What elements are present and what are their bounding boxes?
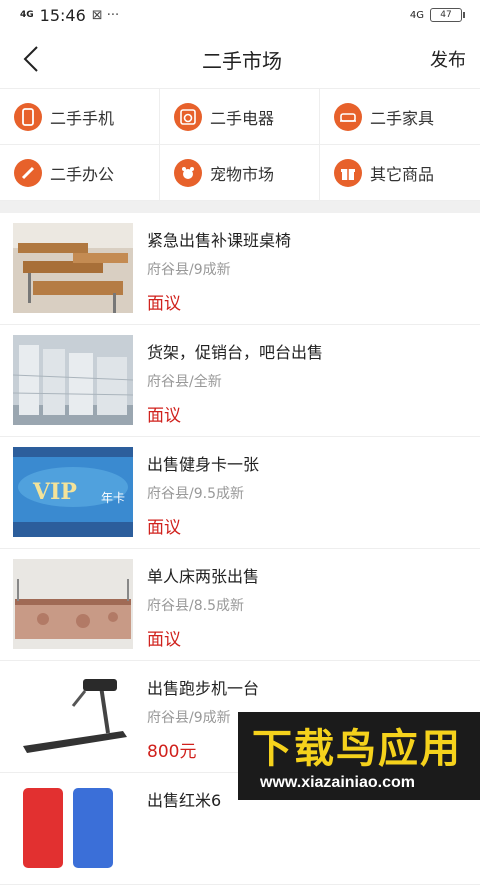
item-price: 面议 bbox=[147, 630, 181, 650]
item-image-treadmill bbox=[13, 671, 133, 761]
item-title: 紧急出售补课班桌椅 bbox=[147, 231, 292, 250]
item-meta: 府谷县/9成新 bbox=[147, 262, 231, 278]
list-item[interactable]: 货架，促销台，吧台出售 府谷县/全新 面议 bbox=[0, 325, 480, 437]
item-meta: 府谷县/9.5成新 bbox=[147, 486, 244, 502]
item-image-vip-card: VIP 年卡 bbox=[13, 447, 133, 537]
category-grid: 二手手机 二手电器 二手家具 二手办公 宠物市场 其它商品 bbox=[0, 88, 480, 201]
status-extra: ⊠ ··· bbox=[91, 7, 120, 23]
category-label: 二手办公 bbox=[50, 164, 115, 184]
category-label: 二手家具 bbox=[370, 108, 435, 128]
category-label: 二手电器 bbox=[210, 108, 275, 128]
status-bar: 4G 15:46 ⊠ ··· 4G 47 bbox=[0, 0, 480, 30]
pet-icon bbox=[174, 158, 202, 187]
watermark-url: www.xiazainiao.com bbox=[260, 774, 416, 791]
item-title: 货架，促销台，吧台出售 bbox=[147, 343, 324, 362]
item-image-desks bbox=[13, 223, 133, 313]
item-meta: 府谷县/全新 bbox=[147, 374, 222, 390]
category-label: 宠物市场 bbox=[210, 164, 275, 184]
watermark-overlay: 下载鸟应用 www.xiazainiao.com bbox=[238, 712, 480, 800]
list-item[interactable]: 紧急出售补课班桌椅 府谷县/9成新 面议 bbox=[0, 213, 480, 325]
section-divider bbox=[0, 201, 480, 213]
battery-icon: 47 bbox=[430, 8, 465, 22]
watermark-logo-text: 下载鸟应用 bbox=[252, 726, 462, 772]
nav-bar: 二手市场 发布 bbox=[0, 30, 480, 88]
appliance-icon bbox=[174, 102, 202, 131]
chevron-left-icon bbox=[23, 46, 38, 72]
pencil-icon bbox=[14, 158, 42, 187]
item-title: 单人床两张出售 bbox=[147, 567, 260, 586]
status-time: 15:46 bbox=[39, 5, 86, 25]
category-phone[interactable]: 二手手机 bbox=[0, 89, 160, 145]
item-image-shelves bbox=[13, 335, 133, 425]
sofa-icon bbox=[334, 102, 362, 131]
category-office[interactable]: 二手办公 bbox=[0, 145, 160, 201]
svg-text:年卡: 年卡 bbox=[101, 491, 125, 505]
item-price: 面议 bbox=[147, 518, 181, 538]
item-image-phone bbox=[13, 783, 133, 873]
category-label: 二手手机 bbox=[50, 108, 115, 128]
item-image-bed bbox=[13, 559, 133, 649]
list-item[interactable]: VIP 年卡 出售健身卡一张 府谷县/9.5成新 面议 bbox=[0, 437, 480, 549]
publish-button[interactable]: 发布 bbox=[430, 46, 466, 72]
list-item[interactable]: 单人床两张出售 府谷县/8.5成新 面议 bbox=[0, 549, 480, 661]
item-meta: 府谷县/8.5成新 bbox=[147, 598, 244, 614]
page-title: 二手市场 bbox=[202, 48, 282, 73]
category-pet[interactable]: 宠物市场 bbox=[160, 145, 320, 201]
sim-icon: 4G bbox=[409, 9, 424, 21]
item-price: 面议 bbox=[147, 406, 181, 426]
svg-text:VIP: VIP bbox=[32, 479, 77, 505]
gift-icon bbox=[334, 158, 362, 187]
category-furniture[interactable]: 二手家具 bbox=[320, 89, 480, 145]
category-label: 其它商品 bbox=[370, 164, 435, 184]
back-button[interactable] bbox=[20, 42, 54, 76]
category-appliance[interactable]: 二手电器 bbox=[160, 89, 320, 145]
item-price: 面议 bbox=[147, 294, 181, 314]
signal-icon: 4G bbox=[20, 9, 34, 20]
category-other[interactable]: 其它商品 bbox=[320, 145, 480, 201]
item-title: 出售跑步机一台 bbox=[147, 679, 260, 698]
phone-icon bbox=[14, 102, 42, 131]
item-title: 出售健身卡一张 bbox=[147, 455, 260, 474]
